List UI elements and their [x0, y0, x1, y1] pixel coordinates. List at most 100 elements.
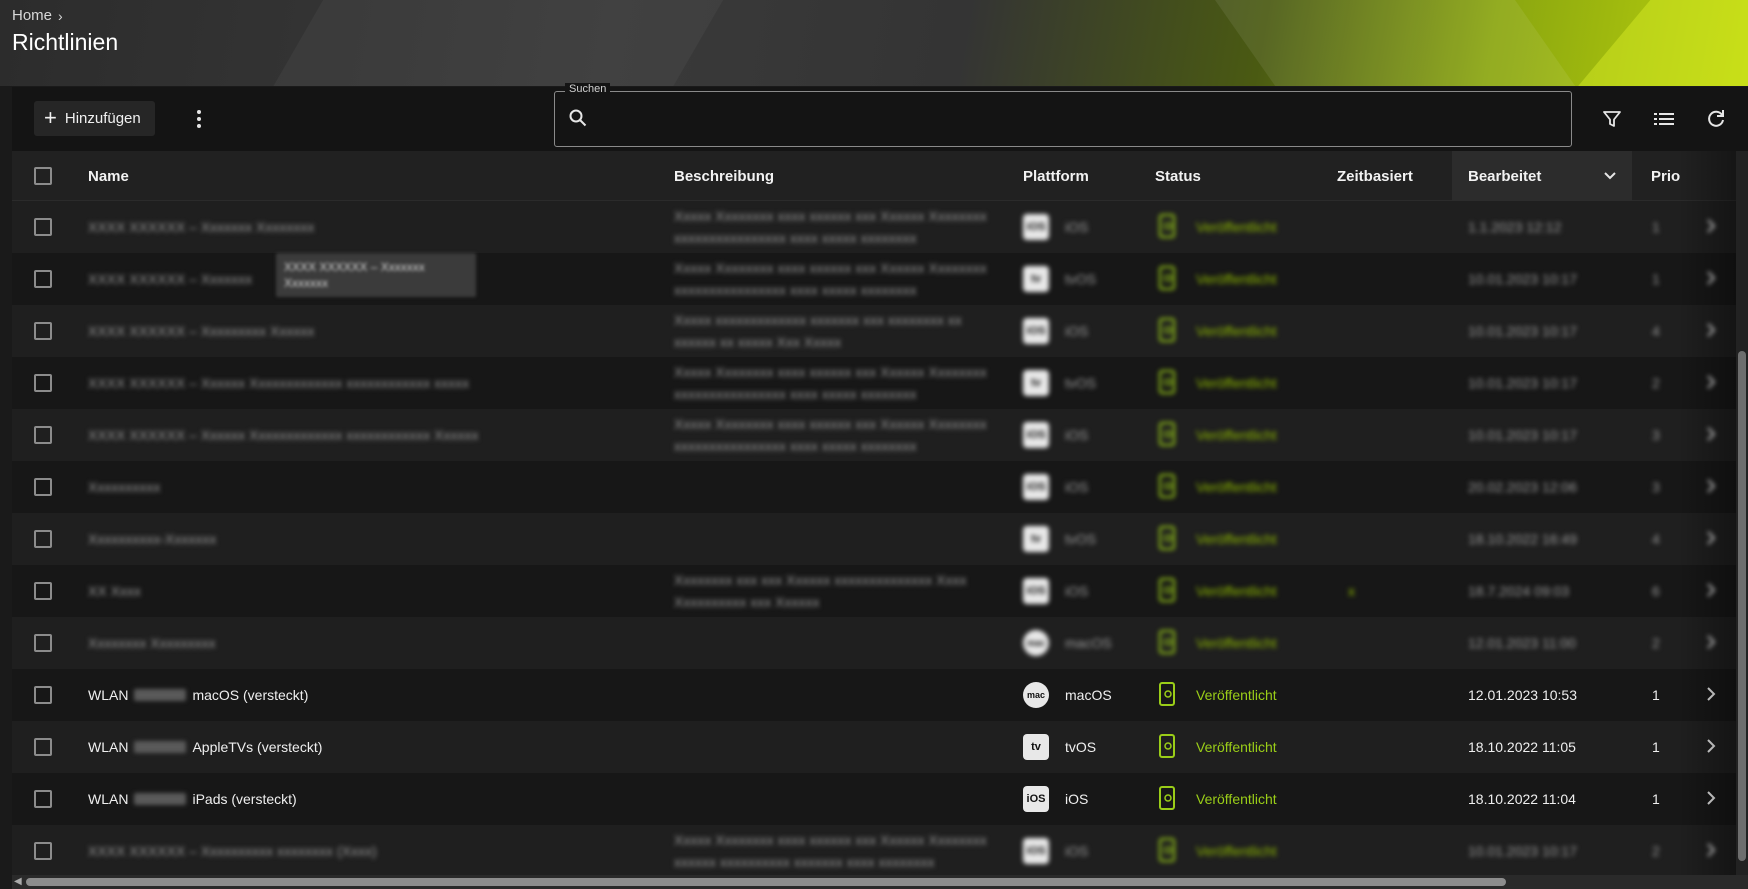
table-row[interactable]: WLAN iPads (versteckt) iOS iOS Veröffentlich…: [12, 773, 1736, 825]
status-label: Veröffentlicht: [1196, 479, 1277, 495]
chevron-right-icon: [1706, 530, 1716, 549]
scroll-left-icon[interactable]: ◀: [14, 876, 22, 887]
breadcrumb-home-link[interactable]: Home: [12, 7, 52, 24]
add-button[interactable]: + Hinzufügen: [34, 101, 155, 136]
table-row[interactable]: Xxxxxxxxxx-Xxxxxxx tv tvOS Veröffentlicht 18…: [12, 513, 1736, 565]
search-field[interactable]: Suchen: [554, 83, 1572, 147]
row-name[interactable]: Xxxxxxxxxx-Xxxxxxx: [88, 513, 216, 565]
row-edited: 18.7.2024 09:03: [1468, 583, 1570, 599]
toolbar: + Hinzufügen Suchen: [12, 83, 1748, 151]
status-label: Veröffentlicht: [1196, 323, 1277, 339]
row-checkbox[interactable]: [34, 218, 52, 236]
row-name-prefix: WLAN: [88, 791, 129, 807]
row-checkbox[interactable]: [34, 478, 52, 496]
status-label: Veröffentlicht: [1196, 271, 1277, 287]
row-checkbox[interactable]: [34, 374, 52, 392]
row-open-button[interactable]: [1706, 409, 1716, 461]
row-edited: 10.01.2023 10:17: [1468, 843, 1577, 859]
platform-label: iOS: [1065, 323, 1089, 339]
row-open-button[interactable]: [1706, 721, 1716, 773]
redacted-block: [134, 689, 187, 701]
row-name[interactable]: XXXX XXXXXX – Xxxxxxxxxx xxxxxxxx (Xxxx): [88, 825, 377, 875]
row-description: Xxxxx Xxxxxxxx xxxx xxxxxx xxx Xxxxxx Xx…: [674, 253, 994, 305]
row-name[interactable]: WLAN macOS (versteckt): [88, 669, 308, 721]
row-name-text: Xxxxxxxx Xxxxxxxxx: [88, 635, 216, 651]
search-input[interactable]: [599, 104, 1549, 134]
row-checkbox[interactable]: [34, 530, 52, 548]
row-name[interactable]: XXXX XXXXXX – Xxxxxxx: [88, 253, 252, 305]
list-view-button[interactable]: [1652, 107, 1676, 131]
status-label: Veröffentlicht: [1196, 427, 1277, 443]
column-header-name[interactable]: Name: [88, 151, 129, 201]
row-checkbox[interactable]: [34, 426, 52, 444]
refresh-button[interactable]: [1704, 107, 1728, 131]
table-row[interactable]: WLAN AppleTVs (versteckt) tv tvOS Veröffentl…: [12, 721, 1736, 773]
row-checkbox[interactable]: [34, 634, 52, 652]
row-priority: 1: [1652, 791, 1660, 807]
published-device-icon: [1158, 473, 1176, 501]
row-name[interactable]: XXXX XXXXXX – Xxxxxxx Xxxxxxxx: [88, 201, 314, 253]
row-name[interactable]: Xxxxxxxx Xxxxxxxxx: [88, 617, 216, 669]
row-description-text: Xxxxx xxxxxxxxxxxxx xxxxxxx xxx xxxxxxxx…: [674, 312, 962, 350]
row-name[interactable]: XXXX XXXXXX – Xxxxxxxxx Xxxxxx: [88, 305, 314, 357]
row-checkbox[interactable]: [34, 790, 52, 808]
table-row[interactable]: Xxxxxxxxxx iOS iOS Veröffentlicht 20.02.2023…: [12, 461, 1736, 513]
table-row[interactable]: XXXX XXXXXX – Xxxxxxxxxx xxxxxxxx (Xxxx)…: [12, 825, 1736, 875]
row-name[interactable]: XX Xxxx: [88, 565, 141, 617]
select-all-checkbox[interactable]: [34, 167, 52, 185]
table-row[interactable]: Xxxxxxxx Xxxxxxxxx mac macOS Veröffentlicht…: [12, 617, 1736, 669]
column-header-status[interactable]: Status: [1155, 151, 1201, 201]
row-name[interactable]: WLAN iPads (versteckt): [88, 773, 297, 825]
row-open-button[interactable]: [1706, 565, 1716, 617]
row-open-button[interactable]: [1706, 461, 1716, 513]
filter-button[interactable]: [1600, 107, 1624, 131]
row-name[interactable]: XXXX XXXXXX – Xxxxxx Xxxxxxxxxxxxx xxxxx…: [88, 409, 479, 461]
column-header-platform[interactable]: Plattform: [1023, 151, 1089, 201]
row-open-button[interactable]: [1706, 669, 1716, 721]
row-status: Veröffentlicht: [1158, 409, 1277, 461]
row-edited: 1.1.2023 12:12: [1468, 219, 1562, 235]
row-checkbox[interactable]: [34, 582, 52, 600]
row-open-button[interactable]: [1706, 201, 1716, 253]
status-label: Veröffentlicht: [1196, 739, 1277, 755]
row-checkbox[interactable]: [34, 270, 52, 288]
more-options-button[interactable]: [184, 103, 214, 135]
table-row[interactable]: XXXX XXXXXX – Xxxxxx Xxxxxxxxxxxxx xxxxx…: [12, 357, 1736, 409]
row-open-button[interactable]: [1706, 825, 1716, 875]
row-timebased: x: [1348, 583, 1355, 599]
row-priority: 3: [1652, 427, 1660, 443]
column-header-priority[interactable]: Prio: [1651, 151, 1680, 201]
column-header-edited[interactable]: Bearbeitet: [1452, 151, 1632, 201]
row-open-button[interactable]: [1706, 773, 1716, 825]
column-header-description[interactable]: Beschreibung: [674, 151, 774, 201]
table-row[interactable]: XXXX XXXXXX – Xxxxxxxxx Xxxxxx Xxxxx xxxx…: [12, 305, 1736, 357]
row-name-text: XXXX XXXXXX – Xxxxxx Xxxxxxxxxxxxx xxxxx…: [88, 375, 470, 391]
table-row[interactable]: XXXX XXXXXX – Xxxxxxx Xxxxxxxx Xxxxx Xxxx…: [12, 201, 1736, 253]
status-label: Veröffentlicht: [1196, 219, 1277, 235]
row-description-text: Xxxxx Xxxxxxxx xxxx xxxxxx xxx Xxxxxx Xx…: [674, 416, 987, 454]
row-platform: iOS iOS: [1023, 409, 1088, 461]
vertical-scrollbar[interactable]: [1736, 151, 1748, 875]
row-status: Veröffentlicht: [1158, 201, 1277, 253]
platform-icon: iOS: [1023, 422, 1049, 448]
table-row[interactable]: XX Xxxx Xxxxxxxx xxx xxx Xxxxxx xxxxxxxxx…: [12, 565, 1736, 617]
column-header-timebased[interactable]: Zeitbasiert: [1337, 151, 1413, 201]
row-checkbox[interactable]: [34, 738, 52, 756]
row-open-button[interactable]: [1706, 253, 1716, 305]
row-checkbox[interactable]: [34, 686, 52, 704]
row-open-button[interactable]: [1706, 357, 1716, 409]
table-row[interactable]: WLAN macOS (versteckt) mac macOS Veröffentli…: [12, 669, 1736, 721]
table-row[interactable]: XXXX XXXXXX – Xxxxxxx Xxxxx Xxxxxxxx xxxx…: [12, 253, 1736, 305]
horizontal-scrollbar[interactable]: ◀: [12, 875, 1748, 889]
row-name[interactable]: XXXX XXXXXX – Xxxxxx Xxxxxxxxxxxxx xxxxx…: [88, 357, 469, 409]
row-checkbox[interactable]: [34, 842, 52, 860]
row-open-button[interactable]: [1706, 513, 1716, 565]
row-name[interactable]: Xxxxxxxxxx: [88, 461, 160, 513]
chevron-right-icon: [1706, 790, 1716, 809]
row-open-button[interactable]: [1706, 305, 1716, 357]
table-row[interactable]: XXXX XXXXXX – Xxxxxx Xxxxxxxxxxxxx xxxxx…: [12, 409, 1736, 461]
row-open-button[interactable]: [1706, 617, 1716, 669]
row-checkbox[interactable]: [34, 322, 52, 340]
row-name[interactable]: WLAN AppleTVs (versteckt): [88, 721, 322, 773]
published-device-icon: [1158, 629, 1176, 657]
